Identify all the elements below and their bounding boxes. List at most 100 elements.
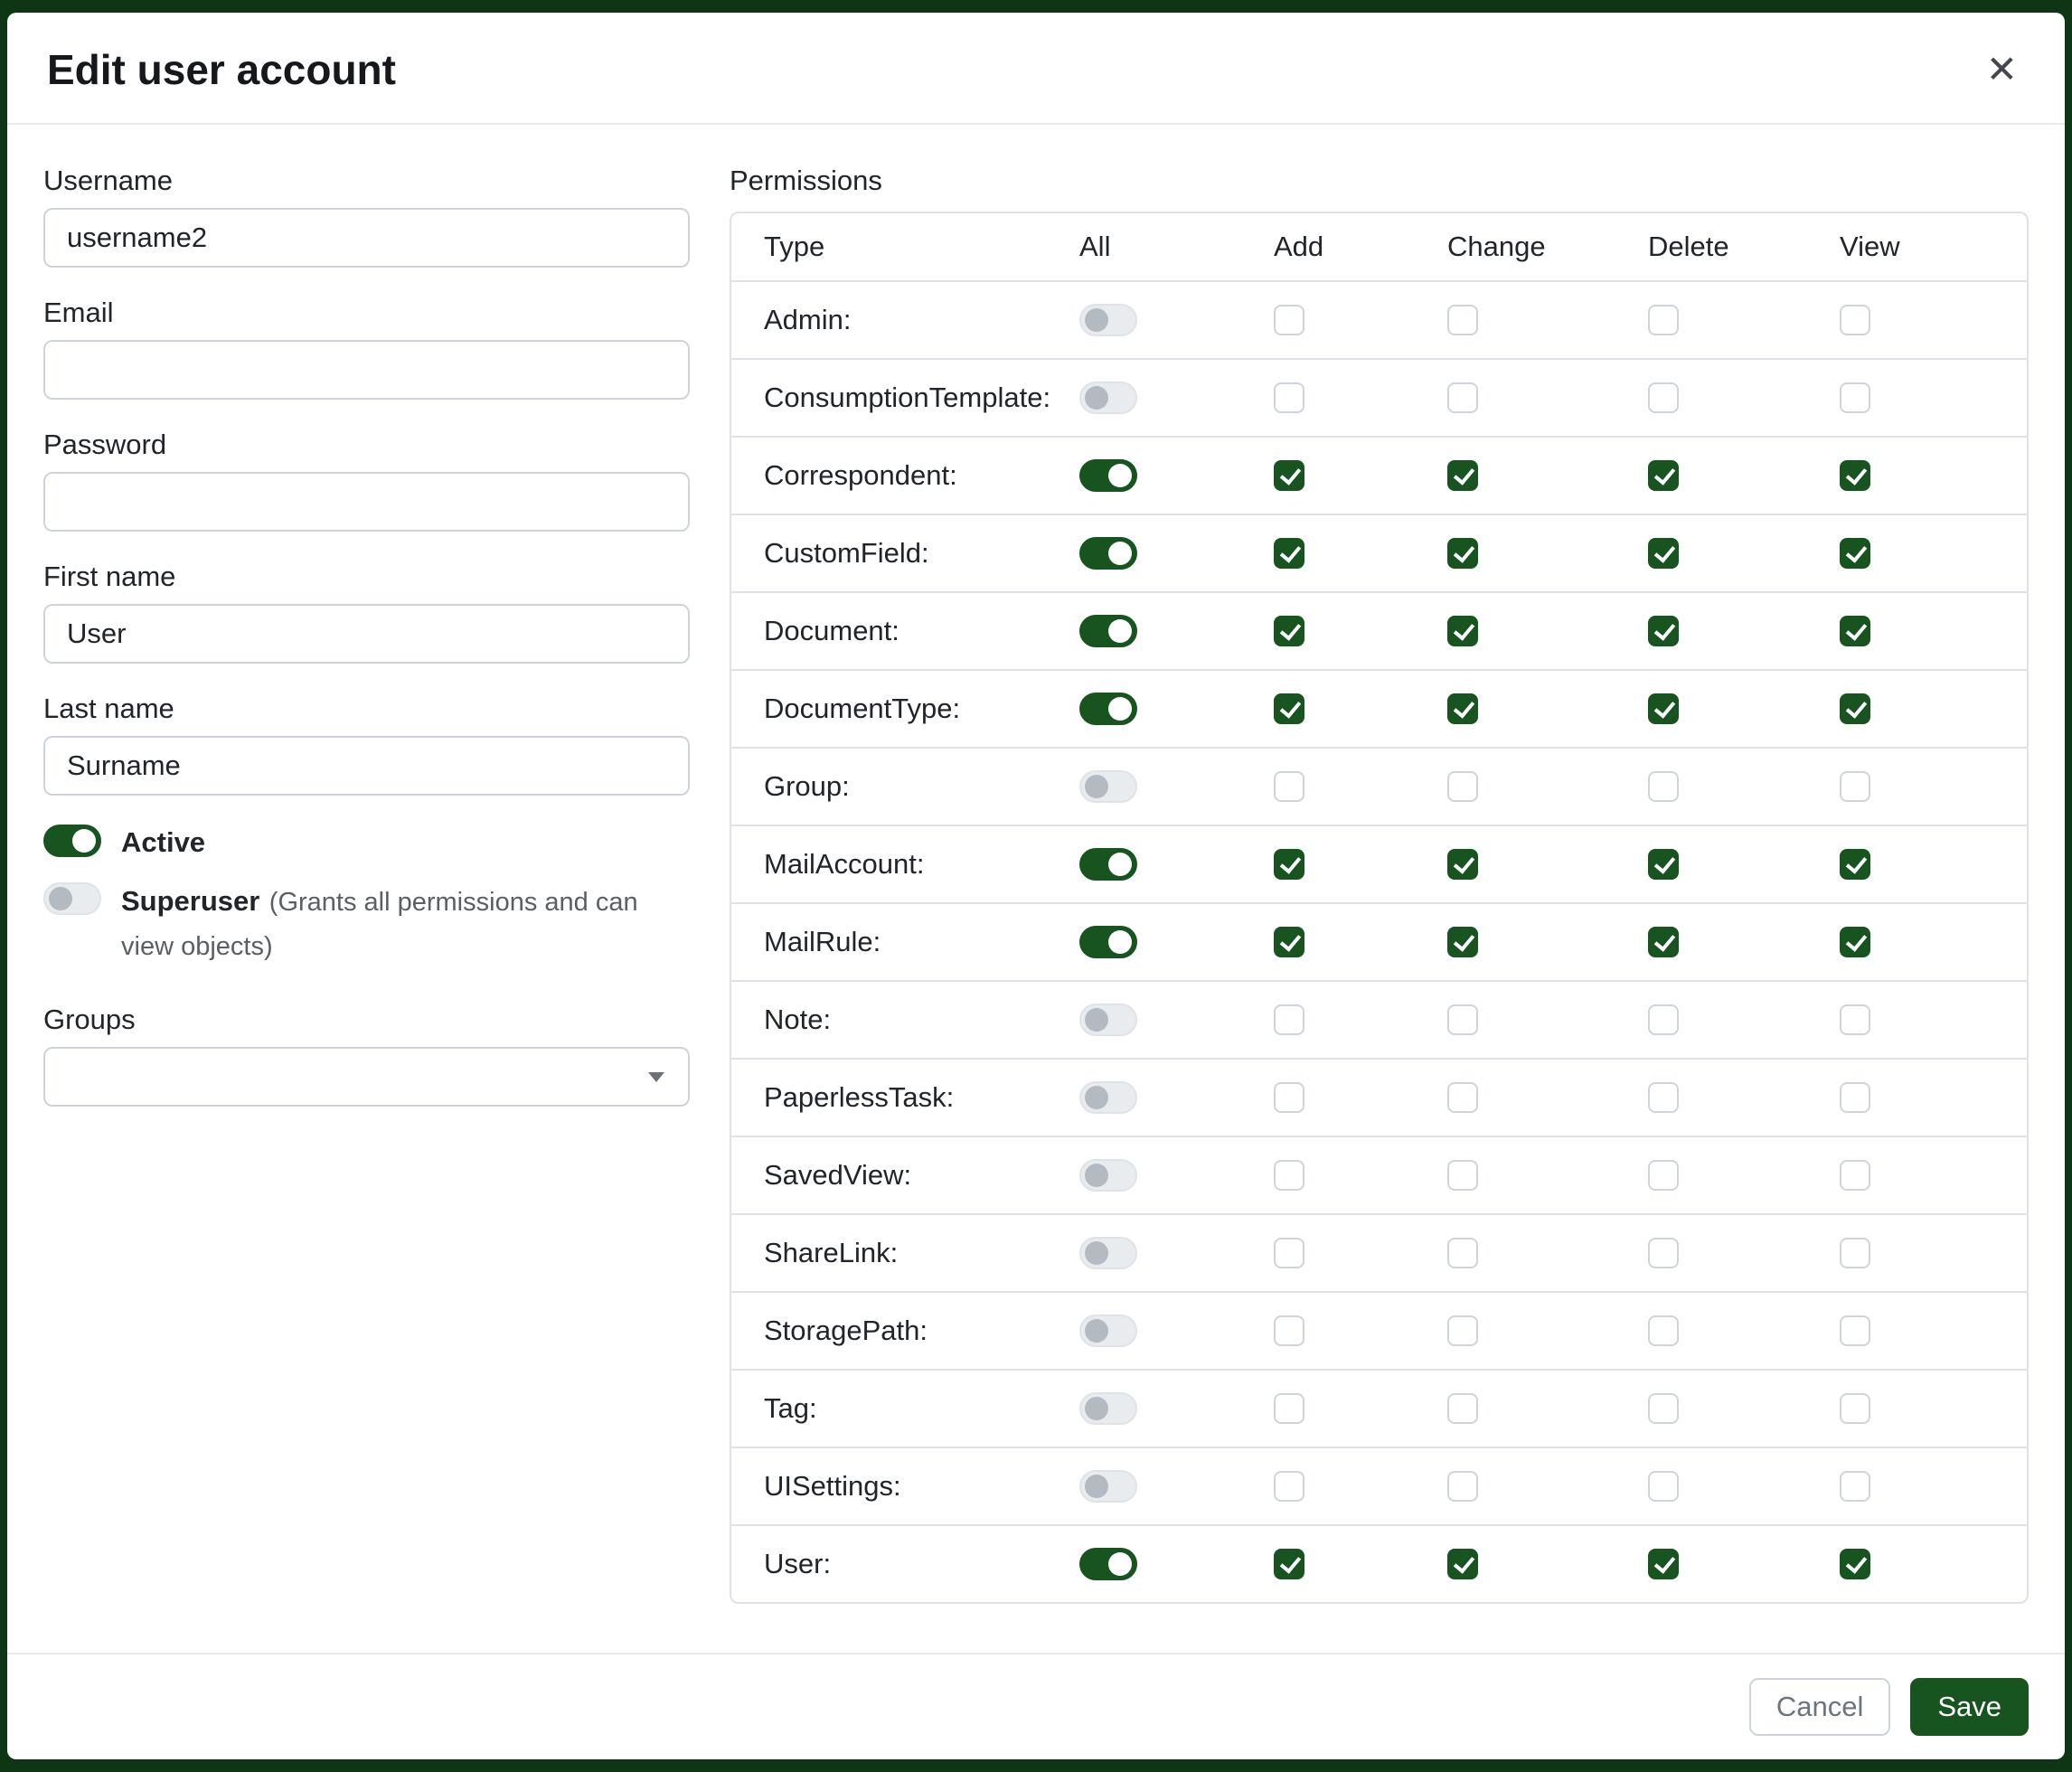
permission-add-checkbox[interactable] bbox=[1274, 616, 1304, 646]
permission-add-checkbox[interactable] bbox=[1274, 1160, 1304, 1191]
permission-change-checkbox[interactable] bbox=[1447, 1082, 1478, 1113]
permission-view-checkbox[interactable] bbox=[1840, 460, 1870, 491]
permission-change-checkbox[interactable] bbox=[1447, 693, 1478, 724]
active-toggle[interactable] bbox=[43, 825, 101, 857]
permission-add-checkbox[interactable] bbox=[1274, 1549, 1304, 1579]
permission-view-checkbox[interactable] bbox=[1840, 382, 1870, 413]
permission-add-checkbox[interactable] bbox=[1274, 849, 1304, 880]
permission-all-toggle[interactable] bbox=[1079, 1237, 1137, 1269]
permission-change-checkbox[interactable] bbox=[1447, 538, 1478, 569]
permission-delete-checkbox[interactable] bbox=[1648, 1393, 1679, 1424]
permission-all-toggle[interactable] bbox=[1079, 1004, 1137, 1036]
permission-view-checkbox[interactable] bbox=[1840, 927, 1870, 957]
permission-all-toggle[interactable] bbox=[1079, 615, 1137, 647]
permission-view-checkbox[interactable] bbox=[1840, 1315, 1870, 1346]
permission-delete-checkbox[interactable] bbox=[1648, 771, 1679, 802]
permission-view-checkbox[interactable] bbox=[1840, 693, 1870, 724]
permission-change-checkbox[interactable] bbox=[1447, 1393, 1478, 1424]
username-input[interactable] bbox=[43, 208, 690, 268]
permission-change-checkbox[interactable] bbox=[1447, 382, 1478, 413]
permission-change-checkbox[interactable] bbox=[1447, 1549, 1478, 1579]
permission-all-toggle[interactable] bbox=[1079, 459, 1137, 492]
permission-view-checkbox[interactable] bbox=[1840, 1549, 1870, 1579]
password-input[interactable] bbox=[43, 472, 690, 532]
permission-add-checkbox[interactable] bbox=[1274, 382, 1304, 413]
permission-all-toggle[interactable] bbox=[1079, 1081, 1137, 1114]
permission-add-checkbox[interactable] bbox=[1274, 1082, 1304, 1113]
permission-delete-checkbox[interactable] bbox=[1648, 382, 1679, 413]
permission-change-checkbox[interactable] bbox=[1447, 1315, 1478, 1346]
permission-change-checkbox[interactable] bbox=[1447, 771, 1478, 802]
email-input[interactable] bbox=[43, 340, 690, 400]
permission-add-checkbox[interactable] bbox=[1274, 1315, 1304, 1346]
first-name-input[interactable] bbox=[43, 604, 690, 664]
permission-add-checkbox[interactable] bbox=[1274, 1238, 1304, 1268]
permission-delete-checkbox[interactable] bbox=[1648, 1315, 1679, 1346]
permission-change-checkbox[interactable] bbox=[1447, 927, 1478, 957]
permission-view-checkbox[interactable] bbox=[1840, 1082, 1870, 1113]
permission-add-checkbox[interactable] bbox=[1274, 1004, 1304, 1035]
permission-all-toggle[interactable] bbox=[1079, 382, 1137, 414]
permission-add-checkbox[interactable] bbox=[1274, 1393, 1304, 1424]
permission-view-checkbox[interactable] bbox=[1840, 849, 1870, 880]
permission-delete-checkbox[interactable] bbox=[1648, 1160, 1679, 1191]
permission-change-checkbox[interactable] bbox=[1447, 616, 1478, 646]
permission-delete-checkbox[interactable] bbox=[1648, 1238, 1679, 1268]
permission-add-checkbox[interactable] bbox=[1274, 771, 1304, 802]
permission-change-checkbox[interactable] bbox=[1447, 460, 1478, 491]
permission-delete-checkbox[interactable] bbox=[1648, 616, 1679, 646]
cancel-button[interactable]: Cancel bbox=[1749, 1678, 1891, 1736]
permission-change-checkbox[interactable] bbox=[1447, 1471, 1478, 1502]
groups-select[interactable] bbox=[43, 1047, 690, 1107]
permission-delete-checkbox[interactable] bbox=[1648, 305, 1679, 335]
permission-view-checkbox[interactable] bbox=[1840, 1471, 1870, 1502]
permission-all-toggle[interactable] bbox=[1079, 926, 1137, 958]
chevron-down-icon bbox=[648, 1072, 664, 1082]
permission-all-toggle[interactable] bbox=[1079, 848, 1137, 881]
permission-change-checkbox[interactable] bbox=[1447, 1004, 1478, 1035]
permission-view-checkbox[interactable] bbox=[1840, 616, 1870, 646]
permission-delete-checkbox[interactable] bbox=[1648, 849, 1679, 880]
permission-change-checkbox[interactable] bbox=[1447, 305, 1478, 335]
permission-all-toggle[interactable] bbox=[1079, 693, 1137, 725]
permission-delete-checkbox[interactable] bbox=[1648, 927, 1679, 957]
permission-delete-checkbox[interactable] bbox=[1648, 1549, 1679, 1579]
permission-add-checkbox[interactable] bbox=[1274, 460, 1304, 491]
permission-view-checkbox[interactable] bbox=[1840, 1393, 1870, 1424]
permission-view-checkbox[interactable] bbox=[1840, 538, 1870, 569]
permission-type-label: ShareLink: bbox=[731, 1237, 1079, 1269]
permission-delete-checkbox[interactable] bbox=[1648, 1004, 1679, 1035]
superuser-toggle[interactable] bbox=[43, 882, 101, 915]
permission-all-toggle[interactable] bbox=[1079, 770, 1137, 803]
permission-delete-checkbox[interactable] bbox=[1648, 460, 1679, 491]
permission-row: Group: bbox=[731, 747, 2027, 825]
permission-change-checkbox[interactable] bbox=[1447, 1160, 1478, 1191]
save-button[interactable]: Save bbox=[1910, 1678, 2029, 1736]
permission-view-checkbox[interactable] bbox=[1840, 1238, 1870, 1268]
permission-add-checkbox[interactable] bbox=[1274, 538, 1304, 569]
permission-all-toggle[interactable] bbox=[1079, 1392, 1137, 1425]
last-name-input[interactable] bbox=[43, 736, 690, 796]
permission-view-checkbox[interactable] bbox=[1840, 771, 1870, 802]
permission-change-checkbox[interactable] bbox=[1447, 1238, 1478, 1268]
permission-all-toggle[interactable] bbox=[1079, 537, 1137, 570]
permission-change-checkbox[interactable] bbox=[1447, 849, 1478, 880]
close-button[interactable]: ✕ bbox=[1979, 43, 2025, 96]
permission-delete-checkbox[interactable] bbox=[1648, 693, 1679, 724]
permission-all-toggle[interactable] bbox=[1079, 304, 1137, 336]
permission-view-checkbox[interactable] bbox=[1840, 1004, 1870, 1035]
permission-view-checkbox[interactable] bbox=[1840, 1160, 1870, 1191]
permission-all-toggle[interactable] bbox=[1079, 1159, 1137, 1192]
permission-add-checkbox[interactable] bbox=[1274, 693, 1304, 724]
permission-add-checkbox[interactable] bbox=[1274, 305, 1304, 335]
permission-all-toggle[interactable] bbox=[1079, 1315, 1137, 1347]
permission-all-toggle[interactable] bbox=[1079, 1470, 1137, 1503]
permission-add-checkbox[interactable] bbox=[1274, 1471, 1304, 1502]
permission-delete-checkbox[interactable] bbox=[1648, 538, 1679, 569]
permission-add-checkbox[interactable] bbox=[1274, 927, 1304, 957]
permission-delete-checkbox[interactable] bbox=[1648, 1471, 1679, 1502]
permission-row: Correspondent: bbox=[731, 436, 2027, 514]
permission-all-toggle[interactable] bbox=[1079, 1548, 1137, 1580]
permission-view-checkbox[interactable] bbox=[1840, 305, 1870, 335]
permission-delete-checkbox[interactable] bbox=[1648, 1082, 1679, 1113]
